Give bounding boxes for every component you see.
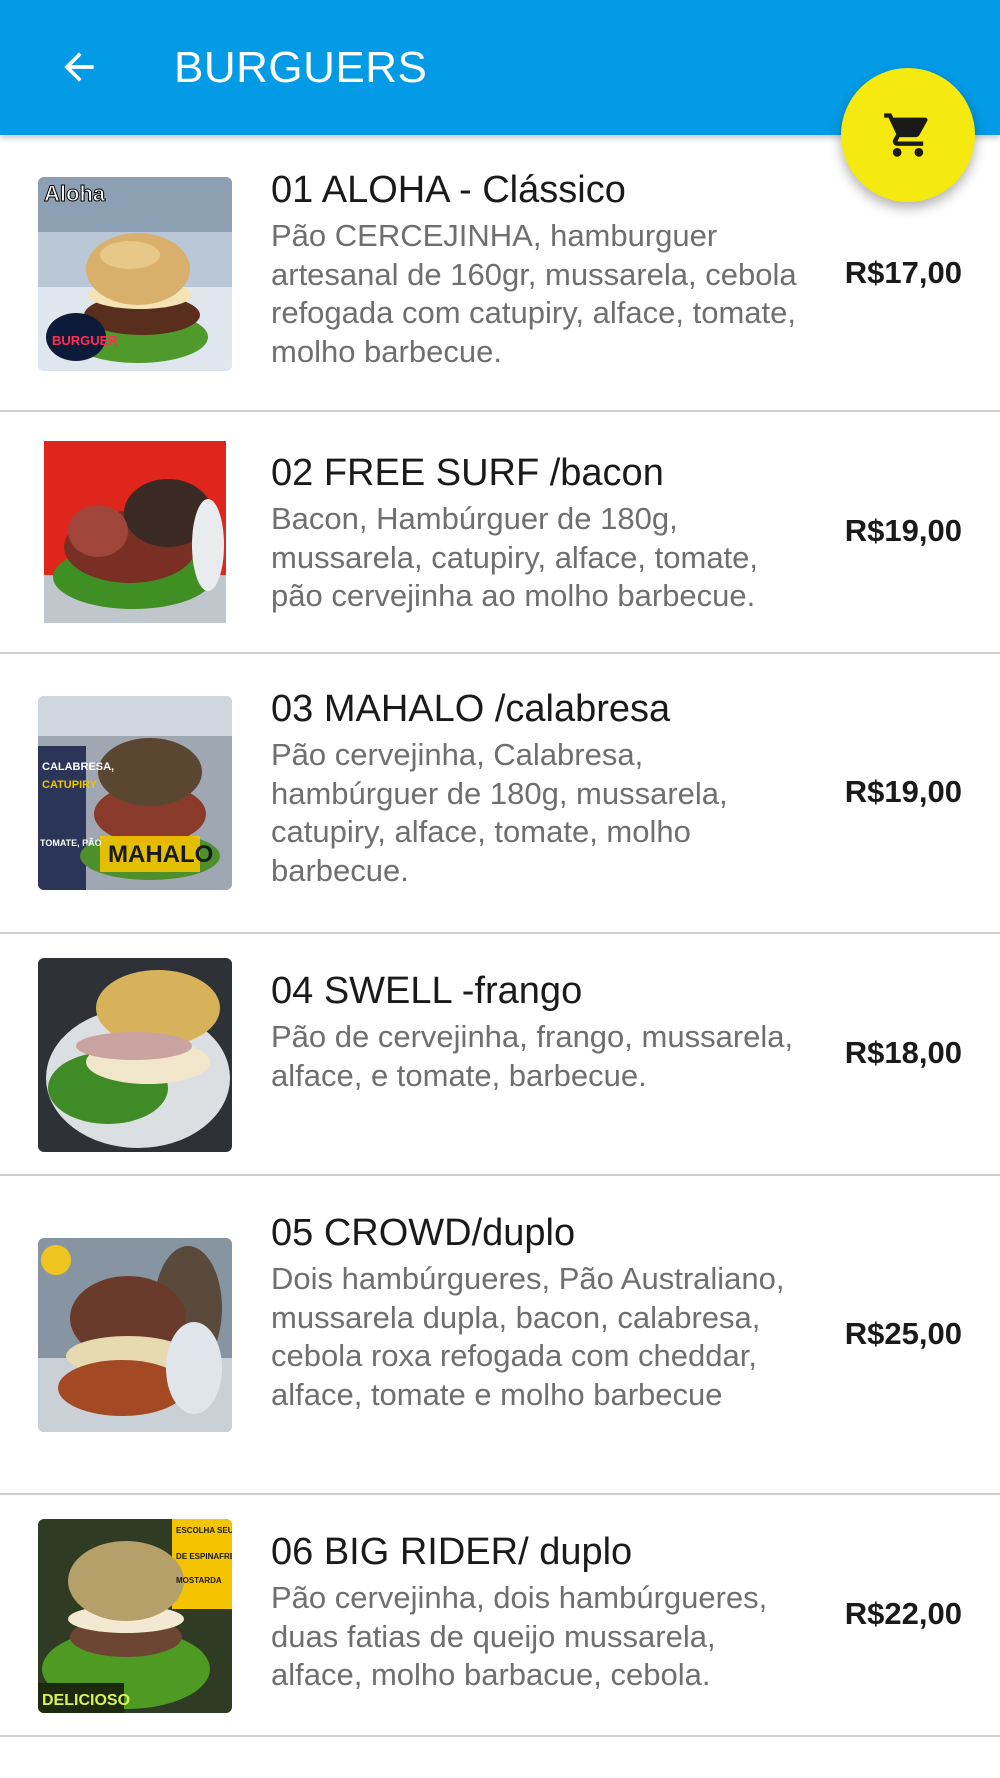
burger-photo: Aloha BURGUER: [38, 177, 232, 371]
item-name: 05 CROWD/duplo: [271, 1212, 576, 1254]
item-description: Dois hambúrgueres, Pão Australiano, muss…: [271, 1261, 785, 1412]
item-name: 03 MAHALO /calabresa: [271, 688, 671, 730]
item-price: R$19,00: [844, 513, 962, 548]
item-name: 02 FREE SURF /bacon: [271, 452, 664, 494]
item-price: R$18,00: [844, 1035, 962, 1070]
arrow-back-icon: [64, 52, 94, 82]
item-price: R$17,00: [844, 255, 962, 290]
item-description: Bacon, Hambúrguer de 180g, mussarela, ca…: [271, 501, 759, 613]
photo-side-text: CALABRESA,: [42, 761, 114, 773]
burger-photo: MAHALO CALABRESA, CATUPIRY TOMATE, PÃO: [38, 696, 232, 890]
photo-label: MAHALO: [108, 841, 213, 868]
item-description: Pão de cervejinha, frango, mussarela, al…: [271, 1019, 794, 1093]
item-description: Pão cervejinha, Calabresa, hambúrguer de…: [271, 737, 728, 888]
back-button[interactable]: [50, 38, 108, 96]
item-name: 01 ALOHA - Clássico: [271, 169, 626, 211]
photo-side-text: TOMATE, PÃO: [40, 838, 102, 848]
photo-label: Aloha: [44, 181, 106, 206]
item-description: Pão CERCEJINHA, hamburguer artesanal de …: [271, 218, 797, 369]
burger-photo: [38, 435, 232, 629]
list-item[interactable]: 04 SWELL -frango Pão de cervejinha, fran…: [0, 934, 1000, 1176]
photo-side-text: MOSTARDA: [176, 1576, 222, 1585]
item-name: 06 BIG RIDER/ duplo: [271, 1531, 633, 1573]
burger-photo: DELICIOSO ESCOLHA SEU DE ESPINAFRE MOSTA…: [38, 1519, 232, 1713]
shopping-cart-icon: [884, 113, 928, 157]
photo-side-text: ESCOLHA SEU: [176, 1526, 232, 1535]
list-item[interactable]: DELICIOSO ESCOLHA SEU DE ESPINAFRE MOSTA…: [0, 1495, 1000, 1737]
item-price: R$25,00: [844, 1316, 962, 1351]
page-title: BURGUERS: [174, 43, 428, 92]
item-price: R$22,00: [844, 1596, 962, 1631]
list-item[interactable]: MAHALO CALABRESA, CATUPIRY TOMATE, PÃO 0…: [0, 654, 1000, 934]
list-item[interactable]: 05 CROWD/duplo Dois hambúrgueres, Pão Au…: [0, 1176, 1000, 1495]
list-item[interactable]: Aloha BURGUER 01 ALOHA - Clássico Pão CE…: [0, 135, 1000, 412]
photo-side-text: CATUPIRY: [42, 779, 98, 791]
photo-label: DELICIOSO: [42, 1692, 130, 1709]
photo-side-text: DE ESPINAFRE: [176, 1552, 232, 1561]
burger-photo: [38, 958, 232, 1152]
photo-logo: BURGUER: [52, 333, 118, 348]
cart-button[interactable]: [841, 68, 975, 202]
item-description: Pão cervejinha, dois hambúrgueres, duas …: [271, 1580, 768, 1692]
burger-photo: [38, 1238, 232, 1432]
item-name: 04 SWELL -frango: [271, 970, 583, 1012]
list-item[interactable]: 02 FREE SURF /bacon Bacon, Hambúrguer de…: [0, 412, 1000, 654]
item-price: R$19,00: [844, 774, 962, 809]
